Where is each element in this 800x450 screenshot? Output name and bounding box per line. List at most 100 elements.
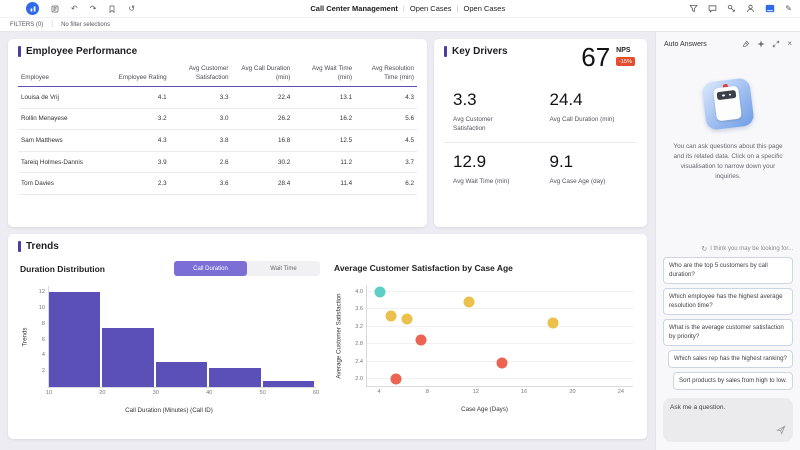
scatter-point[interactable] [386,310,397,321]
table-row[interactable]: Louisa de Vrij 4.1 3.3 22.4 13.1 4.3 [18,87,417,109]
cell-call-duration[interactable]: 26.2 [231,108,293,130]
redo-icon[interactable]: ↷ [90,5,97,13]
scatter-point[interactable] [463,296,474,307]
cell-employee[interactable]: Tom Davies [18,173,108,195]
suggestion-chip[interactable]: Which employee has the highest average r… [663,288,793,315]
trends-card[interactable]: Trends Duration Distribution Call Durati… [8,234,647,439]
cell-rating[interactable]: 2.3 [108,173,170,195]
key-drivers-card[interactable]: Key Drivers 67 NPS -15% 3.3 Avg Customer… [434,39,647,227]
histogram-bar[interactable] [263,381,315,387]
cell-wait-time[interactable]: 12.5 [293,130,355,152]
metric-avg-wait-time[interactable]: 12.9 Avg Wait Time (min) [444,143,541,195]
scatter-point[interactable] [548,318,559,329]
col-employee[interactable]: Employee [18,62,108,87]
cell-employee[interactable]: Rollin Menayese [18,108,108,130]
cell-employee[interactable]: Louisa de Vrij [18,87,108,109]
close-icon[interactable]: × [787,40,792,48]
bookmark-icon[interactable] [108,5,116,13]
suggestion-chip[interactable]: Who are the top 5 customers by call dura… [663,257,793,284]
cell-call-duration[interactable]: 30.2 [231,151,293,173]
user-icon[interactable] [746,4,755,13]
cell-call-duration[interactable]: 28.4 [231,173,293,195]
send-icon[interactable] [776,425,786,437]
cell-satisfaction[interactable]: 2.6 [170,151,232,173]
undo-icon[interactable]: ↶ [71,5,78,13]
col-avg-call-duration[interactable]: Avg Call Duration (min) [231,62,293,87]
scatter-title: Average Customer Satisfaction by Case Ag… [334,263,513,273]
refresh-icon[interactable]: ↻ [701,245,707,253]
scatter-ytick: 3.2 [355,324,363,330]
clear-icon[interactable] [742,40,750,48]
suggestion-chip[interactable]: Sort products by sales from high to low. [673,372,793,390]
cell-resolution-time[interactable]: 4.5 [355,130,417,152]
cell-satisfaction[interactable]: 3.0 [170,108,232,130]
histogram-bar[interactable] [156,362,208,387]
sparkle-icon[interactable] [757,40,765,48]
cell-wait-time[interactable]: 11.2 [293,151,355,173]
scatter-point[interactable] [416,334,427,345]
cell-rating[interactable]: 3.9 [108,151,170,173]
cell-rating[interactable]: 3.2 [108,108,170,130]
col-employee-rating[interactable]: Employee Rating [108,62,170,87]
report-icon[interactable] [51,5,59,13]
metric-avg-case-age[interactable]: 9.1 Avg Case Age (day) [541,143,638,195]
cell-rating[interactable]: 4.3 [108,130,170,152]
suggestion-chip[interactable]: What is the average customer satisfactio… [663,319,793,346]
collaboration-icon[interactable] [727,4,736,13]
cell-resolution-time[interactable]: 3.7 [355,151,417,173]
question-input[interactable]: Ask me a question. [663,398,793,442]
table-row[interactable]: Sam Matthews 4.3 3.8 16.8 12.5 4.5 [18,130,417,152]
tab-call-duration[interactable]: Call Duration [174,261,247,276]
cell-wait-time[interactable]: 11.4 [293,173,355,195]
key-drivers-title: Key Drivers [452,46,508,57]
tab-wait-time[interactable]: Wait Time [247,261,320,276]
suggestion-chip[interactable]: Which sales rep has the highest ranking? [668,350,793,368]
history-icon[interactable]: ↺ [128,5,135,13]
cell-resolution-time[interactable]: 4.3 [355,87,417,109]
app-logo[interactable] [26,2,39,15]
histogram-bar[interactable] [49,292,101,387]
cell-employee[interactable]: Sam Matthews [18,130,108,152]
cell-satisfaction[interactable]: 3.3 [170,87,232,109]
suggestions-header[interactable]: ↻ I think you may be looking for... [701,245,793,253]
metric-avg-call-duration[interactable]: 24.4 Avg Call Duration (min) [541,81,638,143]
col-avg-wait-time[interactable]: Avg Wait Time (min) [293,62,355,87]
scatter-point[interactable] [391,373,402,384]
nps-kpi[interactable]: 67 NPS -15% [581,44,635,70]
auto-answers-panel-icon[interactable] [765,4,775,13]
scatter-point[interactable] [497,358,508,369]
cell-satisfaction[interactable]: 3.6 [170,173,232,195]
scatter-point[interactable] [401,313,412,324]
tab-open-cases-1[interactable]: Open Cases [410,4,452,13]
histogram-xlabel: Call Duration (Minutes) (Call ID) [125,407,213,414]
histogram-bar[interactable] [209,368,261,387]
expand-icon[interactable] [772,40,780,48]
filters-count-label[interactable]: FILTERS (0) [10,22,43,28]
cell-resolution-time[interactable]: 6.2 [355,173,417,195]
employee-performance-card[interactable]: Employee Performance Employee Employee R… [8,39,427,227]
edit-icon[interactable]: ✎ [785,5,792,13]
col-avg-resolution-time[interactable]: Avg Resolution Time (min) [355,62,417,87]
employee-performance-table: Employee Employee Rating Avg Customer Sa… [18,62,417,195]
cell-employee[interactable]: Tareiq Holmes-Dannis [18,151,108,173]
comment-icon[interactable] [708,4,717,13]
cell-satisfaction[interactable]: 3.8 [170,130,232,152]
scatter-point[interactable] [375,286,386,297]
satisfaction-by-case-age-chart[interactable]: Average Customer Satisfaction by Case Ag… [332,261,637,414]
nps-label: NPS [616,47,635,54]
col-avg-customer-satisfaction[interactable]: Avg Customer Satisfaction [170,62,232,87]
filter-icon[interactable] [689,4,698,13]
cell-call-duration[interactable]: 22.4 [231,87,293,109]
table-row[interactable]: Tom Davies 2.3 3.6 28.4 11.4 6.2 [18,173,417,195]
metric-avg-customer-satisfaction[interactable]: 3.3 Avg Customer Satisfaction [444,81,541,143]
duration-distribution-chart[interactable]: Duration Distribution Call Duration Wait… [18,261,320,414]
table-row[interactable]: Rollin Menayese 3.2 3.0 26.2 16.2 5.6 [18,108,417,130]
histogram-bar[interactable] [102,328,154,387]
cell-wait-time[interactable]: 16.2 [293,108,355,130]
cell-wait-time[interactable]: 13.1 [293,87,355,109]
cell-call-duration[interactable]: 16.8 [231,130,293,152]
tab-open-cases-2[interactable]: Open Cases [464,4,506,13]
cell-rating[interactable]: 4.1 [108,87,170,109]
cell-resolution-time[interactable]: 5.6 [355,108,417,130]
table-row[interactable]: Tareiq Holmes-Dannis 3.9 2.6 30.2 11.2 3… [18,151,417,173]
